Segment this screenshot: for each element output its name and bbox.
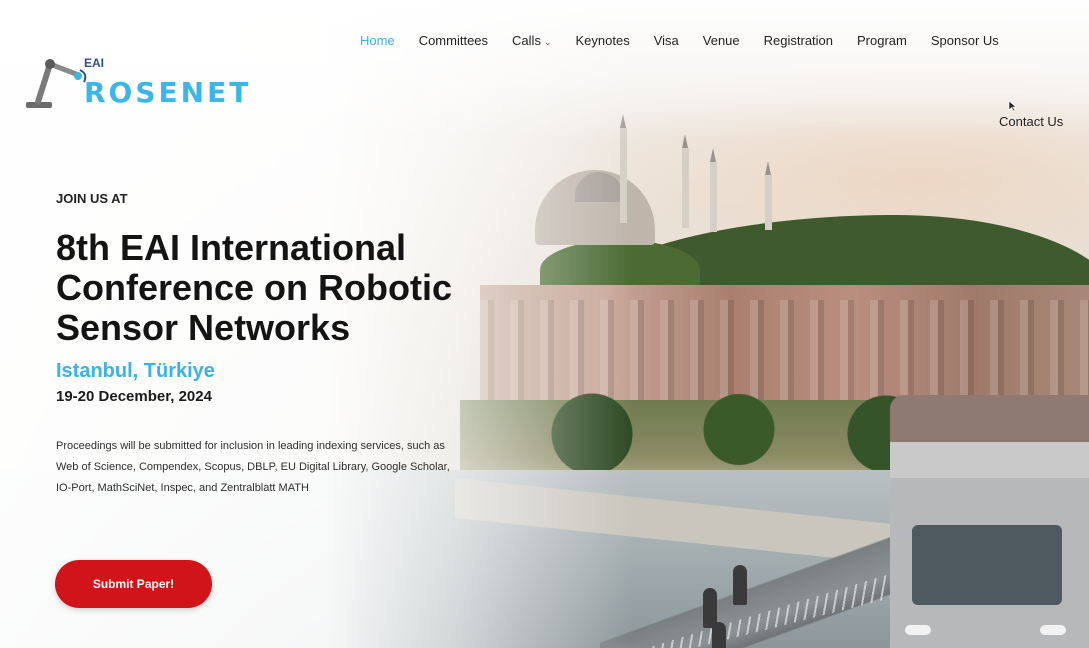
nav-home[interactable]: Home	[360, 33, 395, 48]
nav-committees[interactable]: Committees	[419, 33, 488, 48]
nav-program[interactable]: Program	[857, 33, 907, 48]
proceedings-text: Proceedings will be submitted for inclus…	[56, 440, 450, 494]
nav-calls-label: Calls	[512, 33, 541, 48]
mouse-cursor-icon	[1008, 100, 1017, 112]
logo-wordmark: ROSENET	[84, 76, 252, 109]
nav-contact-us[interactable]: Contact Us	[999, 114, 1063, 129]
chevron-down-icon: ⌄	[543, 37, 552, 47]
hero-eyebrow: JOIN US AT	[56, 191, 128, 206]
main-navigation: Home Committees Calls ⌄ Keynotes Visa Ven…	[360, 33, 1023, 48]
logo-eai-text: EAI	[84, 56, 105, 70]
conference-location: Istanbul, Türkiye	[56, 360, 215, 382]
conference-title: 8th EAI International Conference on Robo…	[56, 227, 453, 348]
nav-registration[interactable]: Registration	[764, 33, 833, 48]
nav-venue[interactable]: Venue	[703, 33, 740, 48]
conference-dates: 19-20 December, 2024	[56, 388, 212, 405]
site-logo[interactable]: EAI ROSENET	[24, 54, 274, 114]
nav-calls[interactable]: Calls ⌄	[512, 33, 551, 48]
submit-paper-button[interactable]: Submit Paper!	[55, 560, 212, 608]
nav-keynotes[interactable]: Keynotes	[576, 33, 630, 48]
nav-sponsor-us[interactable]: Sponsor Us	[931, 33, 999, 48]
nav-visa[interactable]: Visa	[654, 33, 679, 48]
